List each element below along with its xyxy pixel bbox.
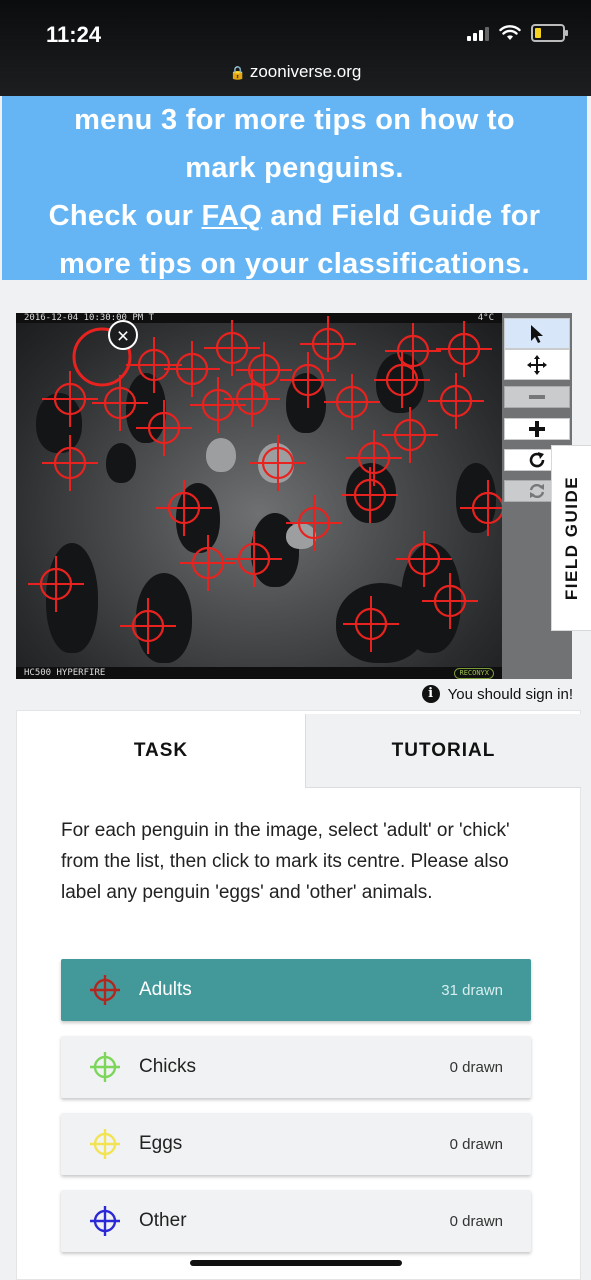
signal-icon bbox=[467, 25, 489, 41]
tab-task[interactable]: TASK bbox=[17, 714, 305, 788]
camera-logo: RECONYX bbox=[454, 668, 494, 679]
sign-in-notice: i You should sign in! bbox=[421, 685, 573, 703]
battery-icon bbox=[531, 24, 568, 42]
banner-line-1: menu 3 for more tips on how to bbox=[74, 104, 515, 136]
home-indicator bbox=[190, 1260, 402, 1266]
answer-label: Chicks bbox=[139, 1056, 197, 1077]
task-panel: TASK TUTORIAL For each penguin in the im… bbox=[16, 710, 581, 1280]
answer-chicks[interactable]: Chicks 0 drawn bbox=[61, 1036, 531, 1098]
status-bar: 11:24 🔒 zooniverse.org bbox=[0, 0, 591, 96]
faq-link[interactable]: FAQ bbox=[202, 200, 263, 232]
pointer-icon bbox=[531, 324, 543, 343]
answer-other[interactable]: Other 0 drawn bbox=[61, 1190, 531, 1252]
crosshair-icon bbox=[90, 1129, 120, 1159]
penguin-mark[interactable] bbox=[38, 431, 102, 495]
answer-count: 0 drawn bbox=[449, 1212, 503, 1230]
penguin-mark[interactable] bbox=[456, 476, 502, 540]
banner-text: Check our bbox=[48, 200, 202, 232]
sign-in-text: You should sign in! bbox=[447, 685, 573, 703]
tab-tutorial[interactable]: TUTORIAL bbox=[305, 714, 581, 788]
url-bar[interactable]: 🔒 zooniverse.org bbox=[0, 62, 591, 82]
penguin-mark[interactable] bbox=[339, 592, 403, 656]
answer-count: 0 drawn bbox=[449, 1135, 503, 1153]
penguin-mark[interactable] bbox=[24, 552, 88, 616]
camera-model: HC500 HYPERFIRE bbox=[24, 668, 106, 678]
camera-timestamp: 2016-12-04 10:30:00 PM T bbox=[24, 313, 155, 323]
subject-viewer: 2016-12-04 10:30:00 PM T 4°C × HC500 HYP… bbox=[16, 313, 572, 679]
camera-model-strip: HC500 HYPERFIRE RECONYX bbox=[16, 667, 502, 679]
field-guide-tab[interactable]: FIELD GUIDE bbox=[551, 445, 591, 631]
banner-line-3: Check our FAQ and Field Guide for bbox=[2, 192, 587, 240]
penguin-mark[interactable] bbox=[132, 396, 196, 460]
penguin-mark[interactable] bbox=[338, 463, 402, 527]
crosshair-icon bbox=[90, 975, 120, 1005]
lock-icon: 🔒 bbox=[229, 65, 246, 80]
answer-adults[interactable]: Adults 31 drawn bbox=[61, 959, 531, 1021]
answer-label: Eggs bbox=[139, 1133, 183, 1154]
banner-line-4: more tips on your classifications. bbox=[58, 248, 531, 280]
status-time: 11:24 bbox=[46, 22, 102, 47]
wifi-icon bbox=[499, 25, 521, 40]
crosshair-icon bbox=[90, 1206, 120, 1236]
penguin-mark[interactable] bbox=[246, 431, 310, 495]
penguin-mark[interactable] bbox=[320, 370, 384, 434]
url-text: zooniverse.org bbox=[249, 62, 362, 81]
tips-banner: menu 3 for more tips on how to mark peng… bbox=[2, 96, 587, 280]
rotate-icon bbox=[529, 452, 545, 468]
reset-icon bbox=[529, 483, 545, 499]
zoom-in-icon bbox=[529, 421, 545, 437]
info-icon: i bbox=[421, 685, 440, 703]
penguin-mark[interactable] bbox=[116, 594, 180, 658]
penguin-mark[interactable] bbox=[222, 527, 286, 591]
pointer-tool-button[interactable] bbox=[504, 318, 570, 349]
move-icon bbox=[527, 354, 547, 375]
status-icons bbox=[467, 24, 568, 42]
subject-image[interactable]: 2016-12-04 10:30:00 PM T 4°C × HC500 HYP… bbox=[16, 313, 502, 679]
answer-eggs[interactable]: Eggs 0 drawn bbox=[61, 1113, 531, 1175]
move-tool-button[interactable] bbox=[504, 349, 570, 380]
answer-count: 31 drawn bbox=[441, 981, 503, 999]
banner-line-2: mark penguins. bbox=[185, 152, 404, 184]
zoom-in-button[interactable] bbox=[504, 418, 570, 440]
zoom-out-button[interactable] bbox=[504, 386, 570, 408]
penguin-mark[interactable] bbox=[282, 491, 346, 555]
task-instructions: For each penguin in the image, select 'a… bbox=[61, 820, 510, 903]
penguin bbox=[206, 438, 236, 472]
answer-count: 0 drawn bbox=[449, 1058, 503, 1076]
field-guide-label: FIELD GUIDE bbox=[561, 475, 581, 601]
crosshair-icon bbox=[90, 1052, 120, 1082]
banner-text: and Field Guide for bbox=[262, 200, 541, 232]
zoom-out-icon bbox=[529, 395, 545, 399]
answer-label: Adults bbox=[139, 979, 192, 1000]
answer-label: Other bbox=[139, 1210, 187, 1231]
penguin-mark[interactable] bbox=[220, 367, 284, 431]
penguin-mark[interactable] bbox=[418, 569, 482, 633]
